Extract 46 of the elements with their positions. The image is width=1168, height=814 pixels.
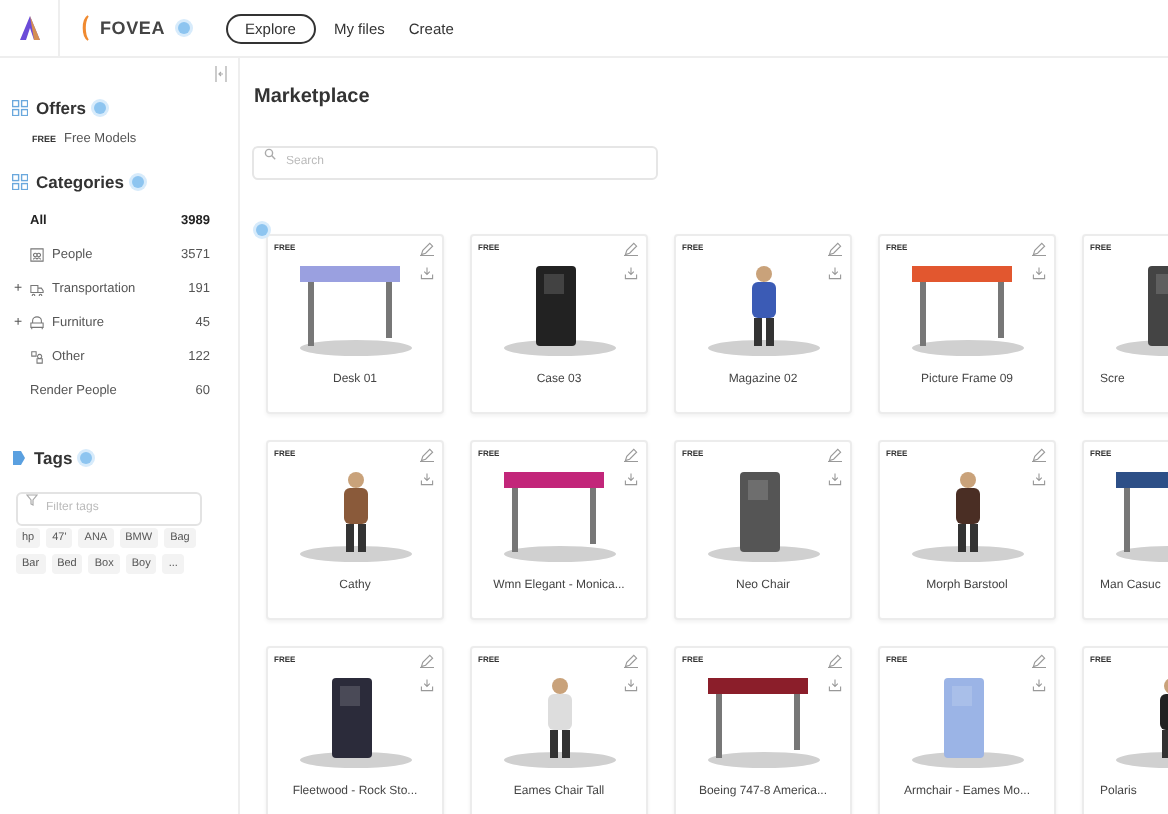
pencil-icon[interactable] — [828, 448, 842, 462]
download-icon[interactable] — [1032, 266, 1046, 280]
people-icon — [30, 248, 44, 262]
download-icon[interactable] — [1032, 472, 1046, 486]
grid-icon — [12, 174, 28, 190]
download-icon[interactable] — [624, 472, 638, 486]
download-icon[interactable] — [624, 266, 638, 280]
download-icon[interactable] — [420, 472, 434, 486]
pencil-icon[interactable] — [1032, 242, 1046, 256]
pencil-icon[interactable] — [624, 448, 638, 462]
brand-logo-icon — [80, 14, 90, 42]
pencil-icon[interactable] — [624, 654, 638, 668]
page-title: Marketplace — [252, 84, 372, 112]
pencil-icon[interactable] — [828, 654, 842, 668]
download-icon[interactable] — [420, 266, 434, 280]
download-icon[interactable] — [624, 678, 638, 692]
hint-dot[interactable] — [131, 176, 144, 188]
pencil-icon[interactable] — [1032, 654, 1046, 668]
pencil-icon[interactable] — [420, 448, 434, 462]
pencil-icon[interactable] — [828, 242, 842, 256]
brand-name: FOVEA — [100, 18, 166, 38]
collapse-icon[interactable] — [214, 66, 228, 82]
filter-icon — [26, 494, 38, 506]
section-title: Offers — [36, 98, 87, 118]
hint-dot[interactable] — [80, 452, 93, 464]
section-title: Categories — [36, 172, 124, 192]
search-icon — [264, 148, 276, 160]
download-icon[interactable] — [828, 266, 842, 280]
other-icon — [30, 350, 44, 364]
section-title: Tags — [34, 448, 73, 468]
download-icon[interactable] — [828, 472, 842, 486]
download-icon[interactable] — [828, 678, 842, 692]
hint-dot[interactable] — [177, 22, 190, 34]
pencil-icon[interactable] — [420, 654, 434, 668]
grid-icon — [12, 100, 28, 116]
hint-dot[interactable] — [256, 224, 268, 236]
car-icon — [30, 282, 44, 296]
pencil-icon[interactable] — [624, 242, 638, 256]
sofa-icon — [30, 316, 44, 330]
hint-dot[interactable] — [94, 102, 107, 114]
pencil-icon[interactable] — [420, 242, 434, 256]
download-icon[interactable] — [1032, 678, 1046, 692]
tag-icon — [12, 450, 26, 466]
download-icon[interactable] — [420, 678, 434, 692]
logo-icon[interactable] — [17, 14, 41, 42]
pencil-icon[interactable] — [1032, 448, 1046, 462]
